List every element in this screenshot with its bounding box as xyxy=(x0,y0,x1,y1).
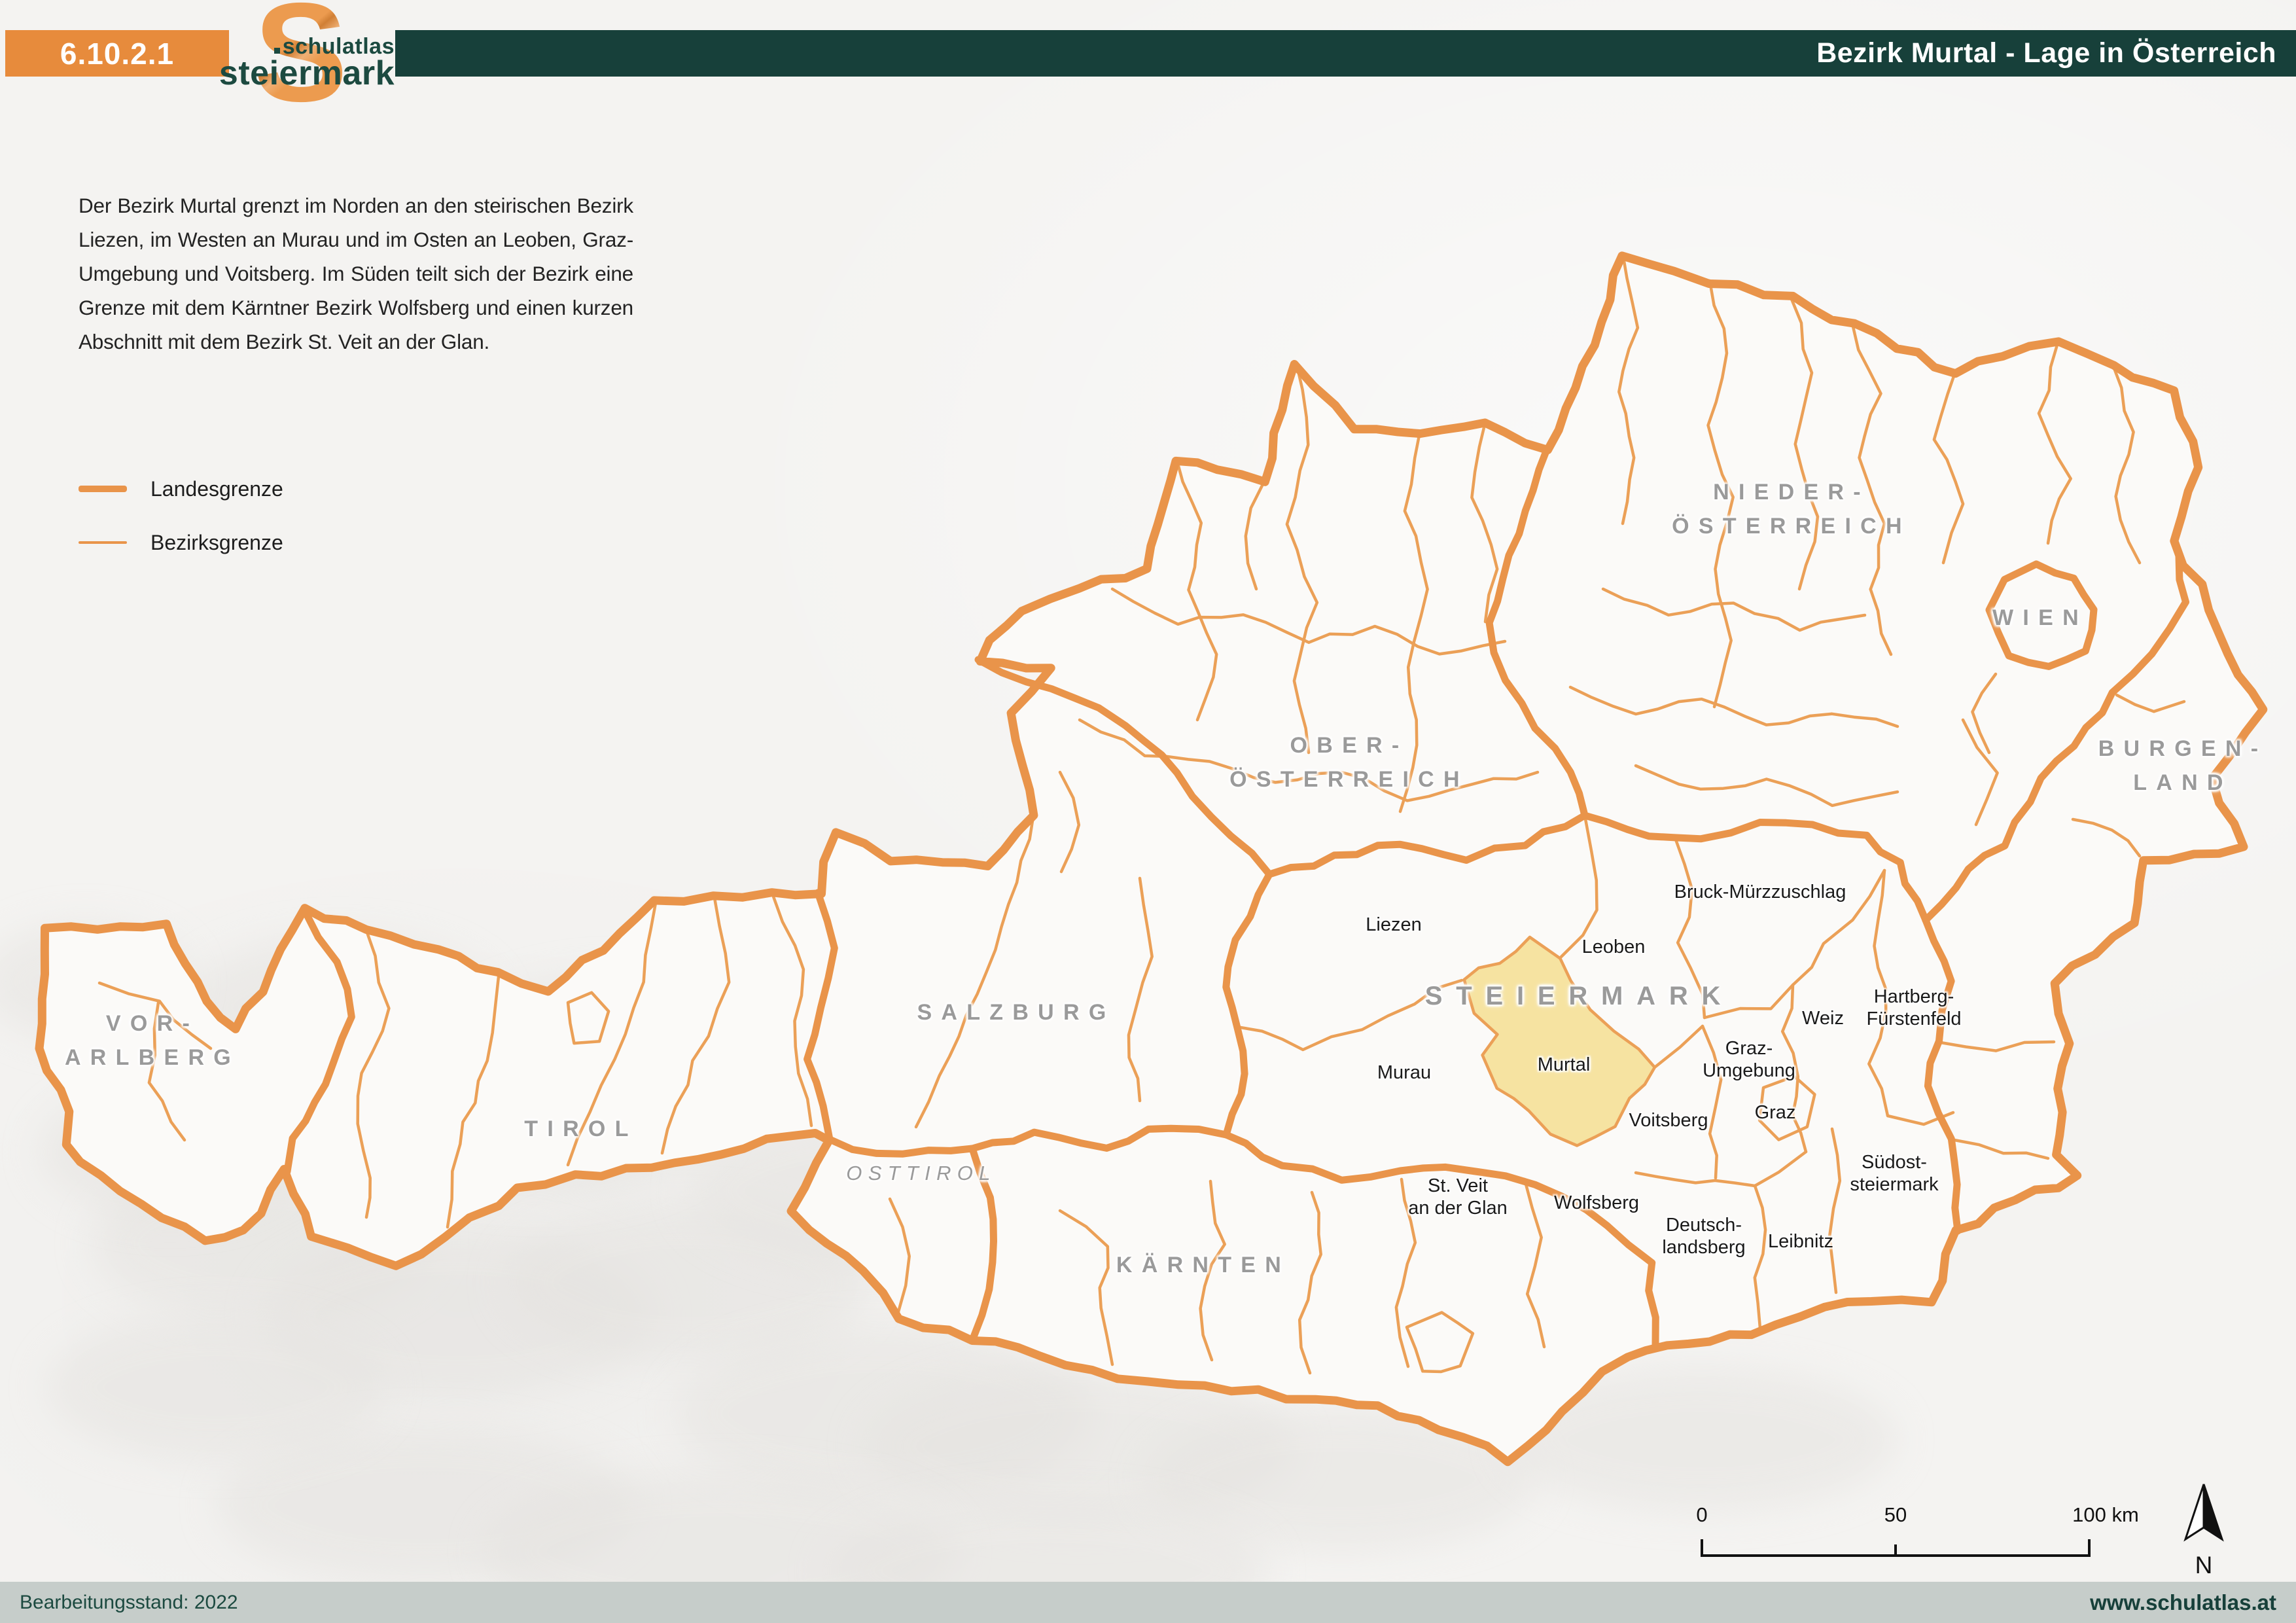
district-label-voitsberg: Voitsberg xyxy=(1629,1110,1708,1131)
district-label-hartberg-: Hartberg- Fürstenfeld xyxy=(1866,986,1962,1029)
state-label-wien: WIEN xyxy=(1992,605,2088,630)
state-label-burgen-: BURGEN- LAND xyxy=(2098,736,2268,795)
district-label-liezen: Liezen xyxy=(1366,914,1422,935)
north-arrow-icon: N xyxy=(2183,1484,2224,1578)
district-label-murtal: Murtal xyxy=(1537,1054,1591,1075)
map-sheet-number: 6.10.2.1 xyxy=(5,30,229,77)
scale-tick-100: 100 km xyxy=(2072,1503,2139,1526)
district-label-leibnitz: Leibnitz xyxy=(1768,1231,1833,1252)
state-label-salzburg: SALZBURG xyxy=(917,1000,1116,1025)
district-label-leoben: Leoben xyxy=(1581,936,1646,957)
page-title: Bezirk Murtal - Lage in Österreich xyxy=(1816,37,2276,69)
district-label-st-veit: St. Veit an der Glan xyxy=(1408,1175,1508,1219)
thick-line-swatch xyxy=(79,486,127,492)
schulatlas-logo: S schulatlas steiermark xyxy=(219,0,396,137)
north-arrow-label: N xyxy=(2195,1552,2213,1578)
logo-word-steiermark: steiermark xyxy=(219,54,395,92)
website-link[interactable]: www.schulatlas.at xyxy=(2090,1590,2296,1615)
legend-label: Bezirksgrenze xyxy=(150,530,283,554)
district-label-südost-: Südost-steiermark xyxy=(1850,1152,1939,1195)
footer-bar: Bearbeitungsstand: 2022 www.schulatlas.a… xyxy=(0,1582,2296,1623)
legend-label: Landesgrenze xyxy=(150,476,283,501)
district-label-graz-: Graz- Umgebung xyxy=(1703,1038,1795,1081)
intro-paragraph: Der Bezirk Murtal grenzt im Norden an de… xyxy=(79,194,633,353)
state-label-vor-: VOR- ARLBERG xyxy=(64,1011,241,1070)
map-legend: Landesgrenze Bezirksgrenze xyxy=(79,466,283,573)
scale-tick-0: 0 xyxy=(1696,1503,1707,1526)
district-label-graz: Graz xyxy=(1754,1102,1796,1123)
state-label-ober-: OBER- ÖSTERREICH xyxy=(1229,733,1469,792)
scale-tick-50: 50 xyxy=(1884,1503,1907,1526)
district-label-murau: Murau xyxy=(1377,1062,1432,1083)
state-label-tirol: TIROL xyxy=(524,1116,638,1141)
thin-line-swatch xyxy=(79,541,127,544)
state-label-osttirol: OSTTIROL xyxy=(846,1162,997,1185)
district-label-weiz: Weiz xyxy=(1802,1008,1844,1029)
atlas-page: 0 50 100 km N 6.10.2.1 S schulatlas stei… xyxy=(0,0,2296,1623)
edit-status: Bearbeitungsstand: 2022 xyxy=(20,1591,238,1613)
title-bar: Bezirk Murtal - Lage in Österreich xyxy=(395,30,2296,77)
state-label-nieder-: NIEDER- ÖSTERREICH xyxy=(1672,480,1911,539)
state-label-steiermark: STEIERMARK xyxy=(1424,982,1735,1010)
legend-item-bezirksgrenze: Bezirksgrenze xyxy=(79,520,283,565)
district-label-deutsch-: Deutsch-landsberg xyxy=(1662,1215,1746,1258)
scale-bar xyxy=(1701,1539,2091,1557)
district-label-bruck-mürzzuschlag: Bruck-Mürzzuschlag xyxy=(1674,882,1846,902)
state-label-kärnten: KÄRNTEN xyxy=(1116,1253,1291,1277)
district-label-wolfsberg: Wolfsberg xyxy=(1553,1192,1640,1213)
legend-item-landesgrenze: Landesgrenze xyxy=(79,466,283,512)
